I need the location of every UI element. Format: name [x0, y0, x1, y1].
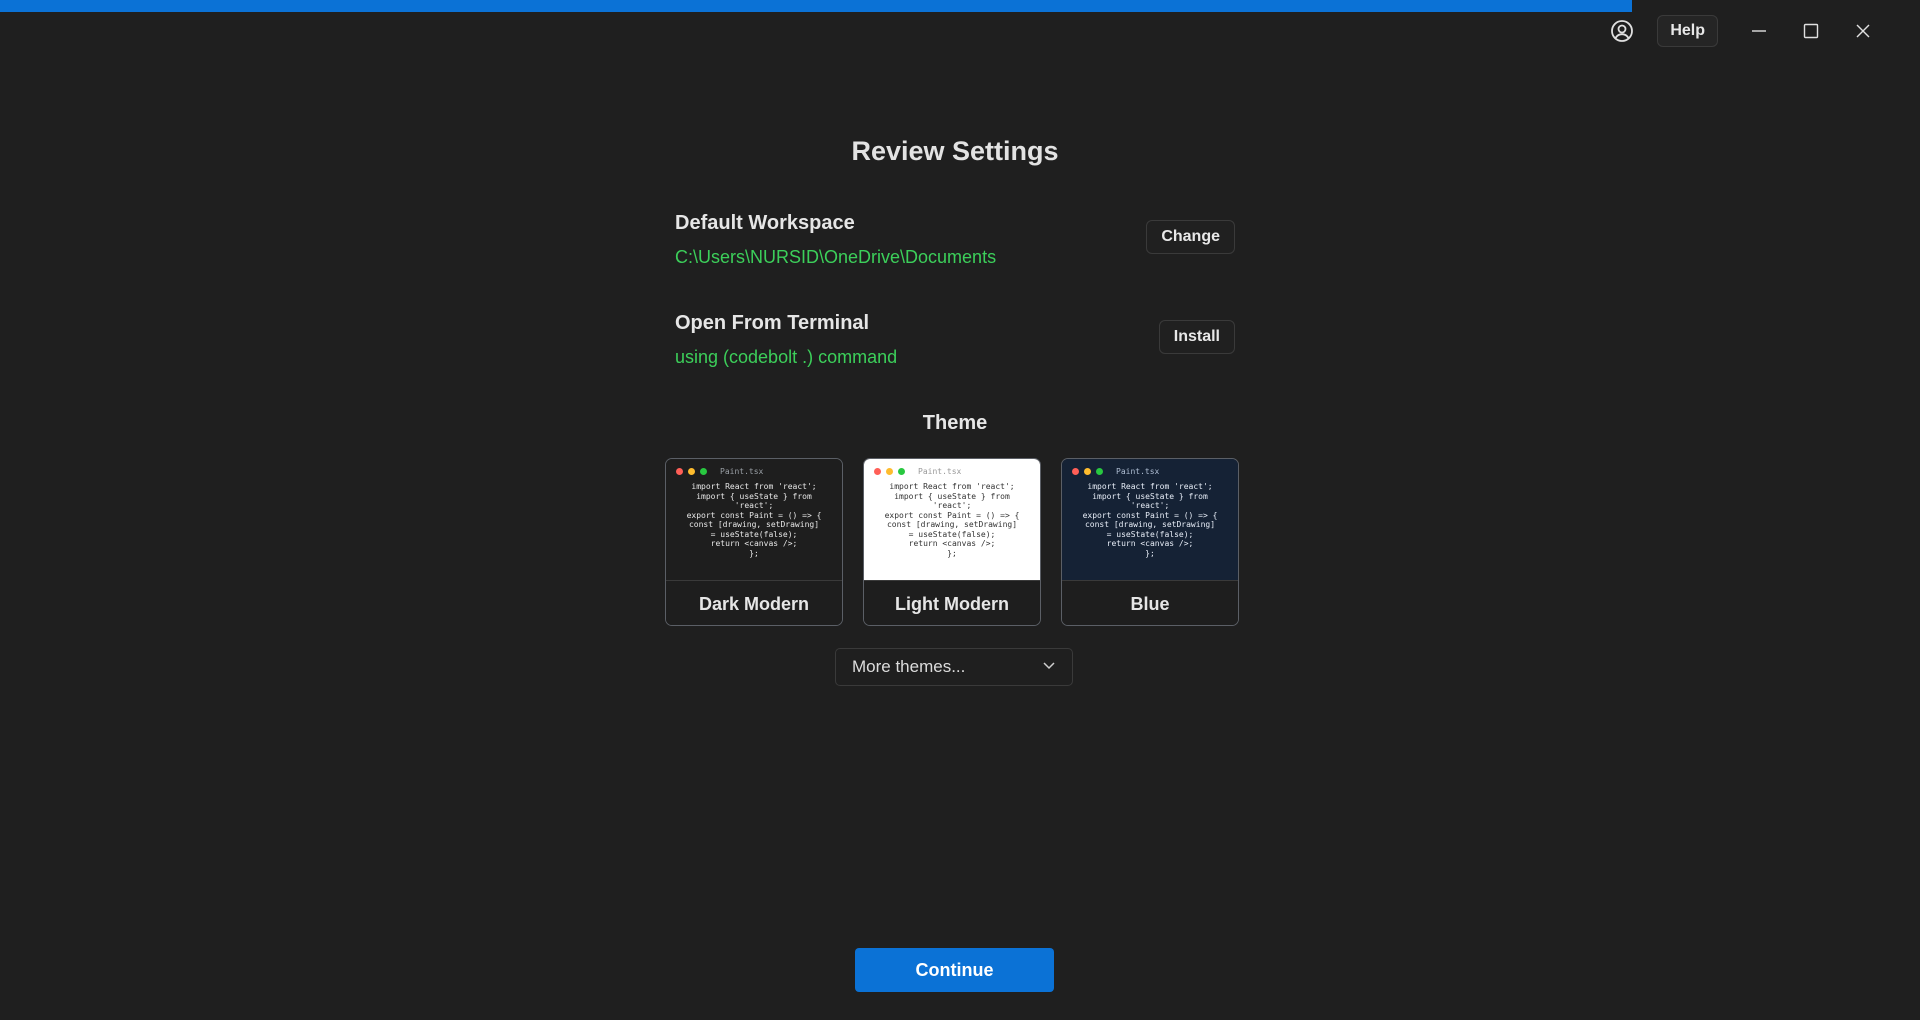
preview-code: import React from 'react'; import { useS…: [686, 482, 822, 558]
theme-card-label: Blue: [1062, 580, 1238, 625]
open-from-terminal-setting: Open From Terminal using (codebolt .) co…: [675, 312, 1235, 382]
maximize-icon[interactable]: [1794, 14, 1828, 48]
preview-code: import React from 'react'; import { useS…: [884, 482, 1020, 558]
minimize-dot-icon: [1084, 468, 1091, 475]
preview-file-name: Paint.tsx: [1116, 467, 1160, 476]
continue-button[interactable]: Continue: [855, 948, 1054, 992]
minimize-dot-icon: [886, 468, 893, 475]
open-from-terminal-label: Open From Terminal: [675, 312, 870, 334]
terminal-command-hint: using (codebolt .) command: [675, 347, 898, 367]
theme-preview: Paint.tsx import React from 'react'; imp…: [864, 459, 1040, 580]
theme-card-label: Light Modern: [864, 580, 1040, 625]
maximize-dot-icon: [700, 468, 707, 475]
preview-file-name: Paint.tsx: [918, 467, 962, 476]
preview-file-name: Paint.tsx: [720, 467, 764, 476]
close-icon[interactable]: [1846, 14, 1880, 48]
theme-card-blue[interactable]: Paint.tsx import React from 'react'; imp…: [1061, 458, 1239, 626]
theme-preview: Paint.tsx import React from 'react'; imp…: [666, 459, 842, 580]
default-workspace-setting: Default Workspace C:\Users\NURSID\OneDri…: [675, 212, 1235, 282]
close-dot-icon: [1072, 468, 1079, 475]
theme-card-light-modern[interactable]: Paint.tsx import React from 'react'; imp…: [863, 458, 1041, 626]
minimize-icon[interactable]: [1742, 14, 1776, 48]
theme-options: Paint.tsx import React from 'react'; imp…: [665, 458, 1239, 626]
close-dot-icon: [676, 468, 683, 475]
theme-card-label: Dark Modern: [666, 580, 842, 625]
preview-code: import React from 'react'; import { useS…: [1082, 482, 1218, 558]
change-workspace-button[interactable]: Change: [1146, 220, 1235, 254]
close-dot-icon: [874, 468, 881, 475]
minimize-dot-icon: [688, 468, 695, 475]
more-themes-label: More themes...: [852, 657, 966, 676]
maximize-dot-icon: [898, 468, 905, 475]
more-themes-dropdown[interactable]: More themes...: [835, 648, 1073, 686]
help-button[interactable]: Help: [1657, 15, 1718, 47]
theme-preview: Paint.tsx import React from 'react'; imp…: [1062, 459, 1238, 580]
page-title: Review Settings: [851, 136, 1059, 166]
user-circle-icon[interactable]: [1605, 14, 1639, 48]
titlebar-controls: Help: [1605, 14, 1880, 48]
maximize-dot-icon: [1096, 468, 1103, 475]
chevron-down-icon: [1042, 657, 1056, 677]
theme-heading: Theme: [922, 412, 988, 434]
theme-card-dark-modern[interactable]: Paint.tsx import React from 'react'; imp…: [665, 458, 843, 626]
setup-progress-fill: [0, 0, 1632, 12]
setup-progress-bar: [0, 0, 1920, 12]
install-terminal-command-button[interactable]: Install: [1158, 320, 1235, 354]
